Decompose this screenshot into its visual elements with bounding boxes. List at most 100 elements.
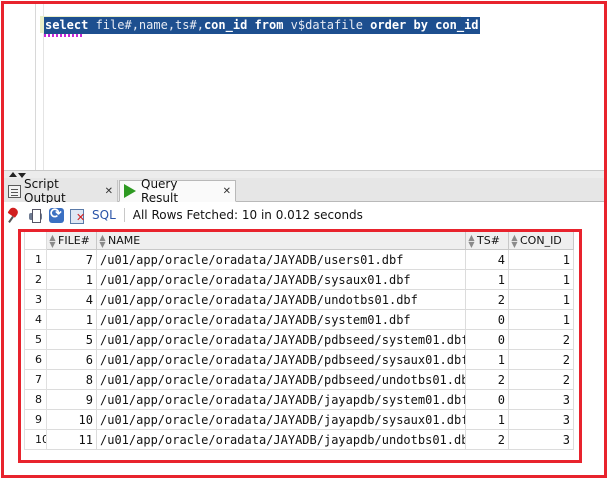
sort-icon[interactable]: ▲ ▼ — [49, 233, 56, 248]
column-header-name[interactable]: ▲ ▼ NAME — [96, 231, 466, 250]
cell-con-id[interactable]: 2 — [508, 349, 574, 370]
column-header-con-id[interactable]: ▲ ▼ CON_ID — [508, 231, 574, 250]
table-row[interactable]: 7 8 /u01/app/oracle/oradata/JAYADB/pdbse… — [24, 369, 574, 390]
row-number: 8 — [24, 389, 47, 410]
play-icon — [124, 184, 136, 198]
editor-gutter — [35, 4, 36, 170]
cell-ts[interactable]: 4 — [465, 249, 509, 270]
cell-file[interactable]: 10 — [46, 409, 97, 430]
row-number: 5 — [24, 329, 47, 350]
close-icon[interactable]: ✕ — [223, 186, 231, 197]
script-icon — [8, 184, 21, 198]
sql-developer-window: select file#,name,ts#,con_id from v$data… — [0, 0, 608, 479]
cell-file[interactable]: 11 — [46, 429, 97, 450]
cell-ts[interactable]: 1 — [465, 349, 509, 370]
cell-name[interactable]: /u01/app/oracle/oradata/JAYADB/pdbseed/u… — [96, 369, 466, 390]
table-row[interactable]: 1 7 /u01/app/oracle/oradata/JAYADB/users… — [24, 249, 574, 270]
sql-button[interactable]: SQL — [92, 208, 116, 222]
row-number: 10 — [24, 429, 47, 450]
cell-name[interactable]: /u01/app/oracle/oradata/JAYADB/users01.d… — [96, 249, 466, 270]
cell-file[interactable]: 7 — [46, 249, 97, 270]
sql-keyword-order-by: order by — [362, 18, 436, 32]
cell-file[interactable]: 1 — [46, 269, 97, 290]
output-tab-bar: Script Output ✕ Query Result ✕ — [4, 177, 604, 205]
cell-name[interactable]: /u01/app/oracle/oradata/JAYADB/pdbseed/s… — [96, 349, 466, 370]
sort-icon[interactable]: ▲ ▼ — [511, 233, 518, 248]
table-row[interactable]: 8 9 /u01/app/oracle/oradata/JAYADB/jayap… — [24, 389, 574, 410]
cell-con-id[interactable]: 2 — [508, 329, 574, 350]
table-row[interactable]: 2 1 /u01/app/oracle/oradata/JAYADB/sysau… — [24, 269, 574, 290]
tab-query-result-label: Query Result — [141, 177, 179, 205]
sql-keyword-select: select — [45, 18, 89, 32]
sort-icon[interactable]: ▲ ▼ — [468, 233, 475, 248]
table-row[interactable]: 4 1 /u01/app/oracle/oradata/JAYADB/syste… — [24, 309, 574, 330]
cell-ts[interactable]: 0 — [465, 389, 509, 410]
table-row[interactable]: 6 6 /u01/app/oracle/oradata/JAYADB/pdbse… — [24, 349, 574, 370]
cell-name[interactable]: /u01/app/oracle/oradata/JAYADB/jayapdb/s… — [96, 409, 466, 430]
cell-file[interactable]: 8 — [46, 369, 97, 390]
sql-keyword-from: from — [247, 18, 291, 32]
cell-con-id[interactable]: 1 — [508, 269, 574, 290]
tab-script-output[interactable]: Script Output ✕ — [4, 177, 118, 205]
row-number: 1 — [24, 249, 47, 270]
cell-file[interactable]: 1 — [46, 309, 97, 330]
cell-name[interactable]: /u01/app/oracle/oradata/JAYADB/pdbseed/s… — [96, 329, 466, 350]
row-number: 2 — [24, 269, 47, 290]
table-row[interactable]: 3 4 /u01/app/oracle/oradata/JAYADB/undot… — [24, 289, 574, 310]
table-row[interactable]: 5 5 /u01/app/oracle/oradata/JAYADB/pdbse… — [24, 329, 574, 350]
toolbar-separator — [123, 208, 125, 222]
cell-name[interactable]: /u01/app/oracle/oradata/JAYADB/sysaux01.… — [96, 269, 466, 290]
cell-ts[interactable]: 2 — [465, 429, 509, 450]
cell-ts[interactable]: 0 — [465, 309, 509, 330]
cell-file[interactable]: 5 — [46, 329, 97, 350]
column-header-ts[interactable]: ▲ ▼ TS# — [465, 231, 509, 250]
cell-con-id[interactable]: 3 — [508, 429, 574, 450]
row-number-header — [24, 231, 47, 250]
fetch-status: All Rows Fetched: 10 in 0.012 seconds — [132, 208, 363, 222]
cell-file[interactable]: 9 — [46, 389, 97, 410]
cell-con-id[interactable]: 3 — [508, 409, 574, 430]
cell-con-id[interactable]: 1 — [508, 249, 574, 270]
tab-query-result[interactable]: Query Result ✕ — [119, 177, 236, 205]
cell-con-id[interactable]: 2 — [508, 369, 574, 390]
row-number: 3 — [24, 289, 47, 310]
cell-con-id[interactable]: 1 — [508, 309, 574, 330]
clear-icon[interactable] — [69, 207, 86, 224]
cell-ts[interactable]: 0 — [465, 329, 509, 350]
tab-script-output-label: Script Output — [24, 177, 66, 205]
cell-name[interactable]: /u01/app/oracle/oradata/JAYADB/undotbs01… — [96, 289, 466, 310]
cell-file[interactable]: 6 — [46, 349, 97, 370]
row-number: 9 — [24, 409, 47, 430]
sql-column-con-id: con_id — [203, 18, 248, 32]
cell-ts[interactable]: 1 — [465, 409, 509, 430]
table-row[interactable]: 9 10 /u01/app/oracle/oradata/JAYADB/jaya… — [24, 409, 574, 430]
cell-con-id[interactable]: 3 — [508, 389, 574, 410]
sort-icon[interactable]: ▲ ▼ — [99, 233, 106, 248]
close-icon[interactable]: ✕ — [105, 186, 113, 197]
result-toolbar: SQL All Rows Fetched: 10 in 0.012 second… — [4, 203, 604, 227]
sql-view-name: v$datafile — [290, 18, 363, 32]
cell-name[interactable]: /u01/app/oracle/oradata/JAYADB/system01.… — [96, 309, 466, 330]
refresh-icon[interactable] — [48, 206, 65, 224]
row-number: 6 — [24, 349, 47, 370]
collapse-up-icon[interactable] — [9, 172, 17, 177]
cell-ts[interactable]: 2 — [465, 289, 509, 310]
pin-icon[interactable] — [6, 207, 23, 224]
row-number: 7 — [24, 369, 47, 390]
cell-name[interactable]: /u01/app/oracle/oradata/JAYADB/jayapdb/u… — [96, 429, 466, 450]
column-header-file[interactable]: ▲ ▼ FILE# — [46, 231, 97, 250]
sql-order-column: con_id — [435, 18, 479, 32]
query-result-grid[interactable]: ▲ ▼ FILE# ▲ ▼ NAME ▲ ▼ TS# ▲ ▼ CON_ID 1 7 /u01/a… — [24, 231, 574, 450]
cell-ts[interactable]: 2 — [465, 369, 509, 390]
cell-name[interactable]: /u01/app/oracle/oradata/JAYADB/jayapdb/s… — [96, 389, 466, 410]
row-number: 4 — [24, 309, 47, 330]
print-icon[interactable] — [27, 207, 44, 224]
cell-con-id[interactable]: 1 — [508, 289, 574, 310]
cell-ts[interactable]: 1 — [465, 269, 509, 290]
sql-columns: file#,name,ts#, — [88, 18, 204, 32]
cell-file[interactable]: 4 — [46, 289, 97, 310]
grid-header-row: ▲ ▼ FILE# ▲ ▼ NAME ▲ ▼ TS# ▲ ▼ CON_ID — [24, 231, 574, 250]
table-row[interactable]: 10 11 /u01/app/oracle/oradata/JAYADB/jay… — [24, 429, 574, 450]
sql-statement[interactable]: select file#,name,ts#,con_id from v$data… — [44, 17, 480, 34]
spell-check-underline — [44, 34, 84, 37]
